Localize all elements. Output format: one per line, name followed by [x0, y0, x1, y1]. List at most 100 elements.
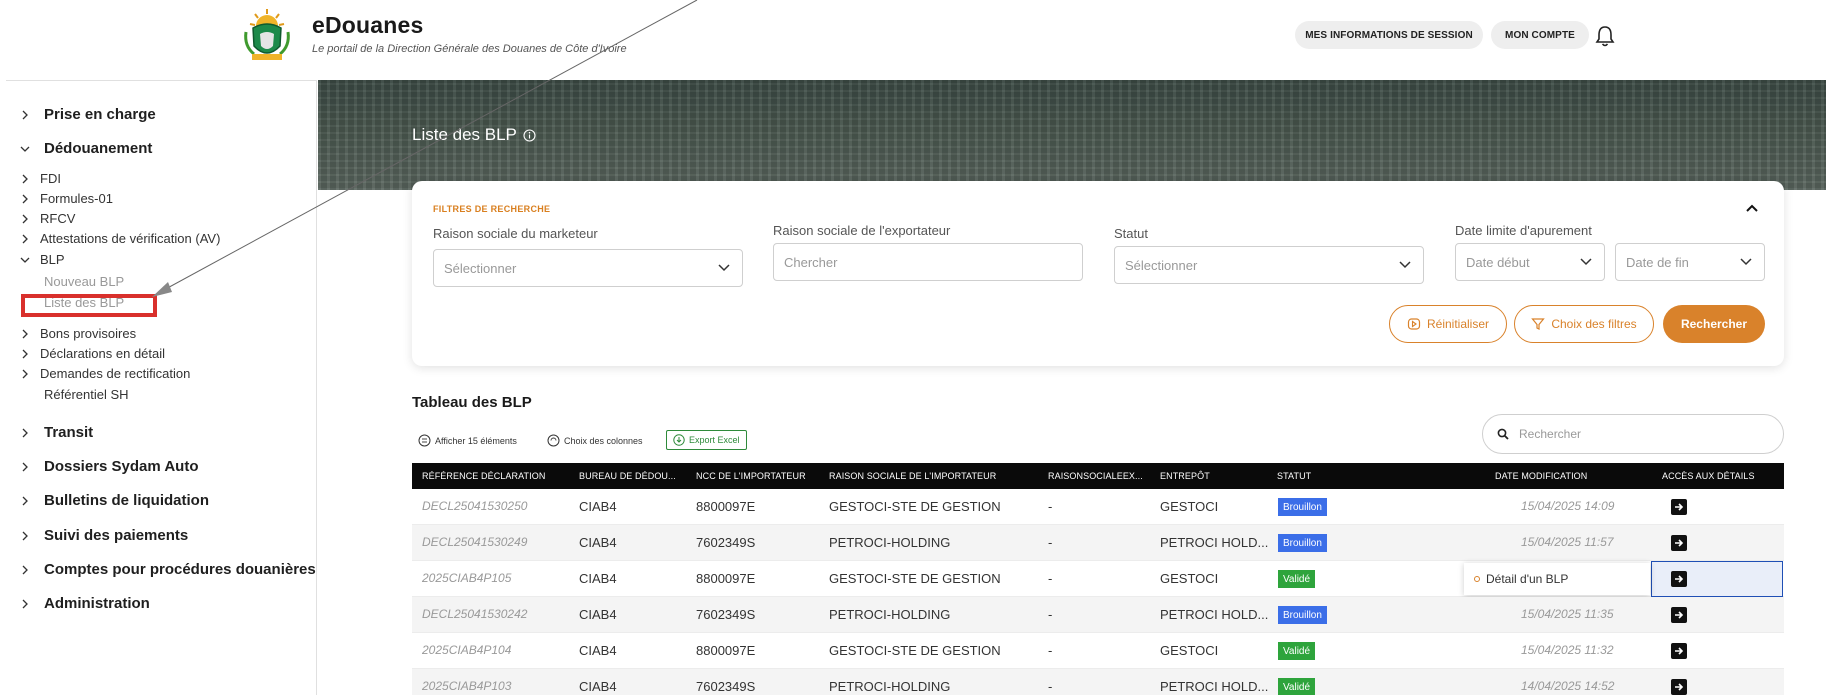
- cell-bureau: CIAB4: [579, 571, 617, 586]
- sidebar-subitem-rectification[interactable]: Demandes de rectification: [20, 366, 190, 381]
- search-button[interactable]: Rechercher: [1663, 305, 1765, 343]
- details-arrow-button[interactable]: [1671, 607, 1687, 623]
- cell-exporter: -: [1048, 571, 1053, 586]
- choose-filters-button[interactable]: Choix des filtres: [1514, 305, 1654, 343]
- sidebar-item-dedouanement[interactable]: Dédouanement: [20, 140, 152, 157]
- exporter-search-input[interactable]: Chercher: [773, 243, 1083, 281]
- bell-icon[interactable]: [1594, 24, 1616, 48]
- sidebar-subitem-blp[interactable]: BLP: [20, 252, 65, 267]
- sidebar-item-label: Prise en charge: [44, 106, 156, 123]
- show-items-control[interactable]: Afficher 15 éléments: [418, 434, 517, 447]
- sidebar: Prise en charge Dédouanement FDI Formule…: [6, 80, 317, 695]
- session-info-button[interactable]: MES INFORMATIONS DE SESSION: [1295, 21, 1483, 49]
- column-header[interactable]: Bureau de dédou...: [579, 471, 676, 481]
- sidebar-item-administration[interactable]: Administration: [20, 595, 150, 612]
- sidebar-subitem-attestations[interactable]: Attestations de vérification (AV): [20, 231, 220, 246]
- cell-ncc: 7602349S: [696, 607, 756, 622]
- status-select[interactable]: Sélectionner: [1114, 246, 1424, 284]
- chevron-right-icon: [22, 214, 28, 223]
- sidebar-subitem-declarations[interactable]: Déclarations en détail: [20, 346, 165, 361]
- page-title-text: Liste des BLP: [412, 125, 517, 144]
- table-row[interactable]: DECL25041530242 CIAB4 7602349S PETROCI-H…: [412, 597, 1784, 633]
- status-badge: Brouillon: [1278, 498, 1327, 516]
- cell-date: 15/04/2025 11:57: [1521, 535, 1614, 549]
- details-arrow-button[interactable]: [1671, 643, 1687, 659]
- sidebar-subitem-fdi[interactable]: FDI: [20, 171, 61, 186]
- exporter-search-placeholder: Chercher: [784, 254, 838, 270]
- sidebar-subitem-label: Attestations de vérification (AV): [40, 231, 221, 246]
- filter-icon: [1531, 318, 1546, 330]
- cell-bureau: CIAB4: [579, 535, 617, 550]
- table-search-input[interactable]: Rechercher: [1482, 414, 1784, 454]
- chevron-down-icon: [718, 264, 730, 272]
- sidebar-subitem-rfcv[interactable]: RFCV: [20, 211, 75, 226]
- sidebar-subitem-bons-provisoires[interactable]: Bons provisoires: [20, 326, 136, 341]
- cell-date: 14/04/2025 14:52: [1521, 679, 1615, 693]
- column-header[interactable]: Statut: [1277, 471, 1311, 481]
- column-header[interactable]: RaisonSocialeEx...: [1048, 471, 1143, 481]
- sidebar-subitem-formules[interactable]: Formules-01: [20, 191, 113, 206]
- table-row[interactable]: 2025CIAB4P104 CIAB4 8800097E GESTOCI-STE…: [412, 633, 1784, 669]
- cell-depot: GESTOCI: [1160, 571, 1219, 586]
- reset-button-label: Réinitialiser: [1426, 317, 1490, 331]
- column-header[interactable]: Date modification: [1495, 471, 1587, 481]
- sidebar-subitem-referentiel-sh[interactable]: Référentiel SH: [44, 387, 129, 402]
- cell-bureau: CIAB4: [579, 643, 617, 658]
- choose-columns-control[interactable]: Choix des colonnes: [547, 434, 643, 447]
- table-row[interactable]: DECL25041530249 CIAB4 7602349S PETROCI-H…: [412, 525, 1784, 561]
- download-icon: [673, 434, 685, 446]
- column-header[interactable]: Entrepôt: [1160, 471, 1210, 481]
- coat-of-arms-logo[interactable]: [238, 6, 296, 64]
- chevron-down-icon: [1740, 258, 1752, 266]
- export-excel-button[interactable]: Export Excel: [666, 430, 747, 450]
- cell-exporter: -: [1048, 679, 1053, 694]
- cell-bureau: CIAB4: [579, 679, 617, 694]
- date-start-select[interactable]: Date début: [1455, 243, 1605, 281]
- date-end-select[interactable]: Date de fin: [1615, 243, 1765, 281]
- details-arrow-button[interactable]: [1671, 535, 1687, 551]
- my-account-button[interactable]: MON COMPTE: [1491, 21, 1589, 49]
- arrow-right-icon: [1675, 575, 1684, 583]
- cell-importer: PETROCI-HOLDING: [829, 679, 951, 694]
- info-icon[interactable]: [523, 128, 536, 142]
- details-tooltip: Détail d'un BLP: [1464, 563, 1650, 595]
- sidebar-item-paiements[interactable]: Suivi des paiements: [20, 527, 188, 544]
- sidebar-item-comptes[interactable]: Comptes pour procédures douanières: [20, 561, 316, 578]
- status-badge: Validé: [1278, 570, 1316, 588]
- brand-title: eDouanes: [312, 12, 424, 38]
- reset-button[interactable]: Réinitialiser: [1389, 305, 1507, 343]
- cell-reference: 2025CIAB4P103: [422, 679, 512, 693]
- sidebar-item-transit[interactable]: Transit: [20, 424, 93, 441]
- cell-reference: 2025CIAB4P104: [422, 643, 512, 657]
- annotation-highlight-box: [21, 294, 157, 317]
- choose-filters-label: Choix des filtres: [1551, 317, 1637, 331]
- chevron-down-icon: [20, 146, 30, 152]
- sidebar-item-dossiers-sydam[interactable]: Dossiers Sydam Auto: [20, 458, 199, 475]
- column-header[interactable]: NCC de l'importateur: [696, 471, 806, 481]
- table-row[interactable]: 2025CIAB4P103 CIAB4 7602349S PETROCI-HOL…: [412, 669, 1784, 695]
- page-title: Liste des BLP: [412, 125, 536, 145]
- table-search-placeholder: Rechercher: [1519, 427, 1582, 441]
- chevron-right-icon: [22, 496, 28, 505]
- table-row[interactable]: 2025CIAB4P105 CIAB4 8800097E GESTOCI-STE…: [412, 561, 1784, 597]
- marketer-select[interactable]: Sélectionner: [433, 249, 743, 287]
- details-arrow-button[interactable]: [1671, 571, 1687, 587]
- search-filters-card: FILTRES DE RECHERCHE Raison sociale du m…: [412, 181, 1784, 366]
- column-header[interactable]: Raison sociale de l'importateur: [829, 471, 996, 481]
- column-header[interactable]: Accès aux détails: [1662, 471, 1755, 481]
- chevron-right-icon: [22, 194, 28, 203]
- chevron-right-icon: [22, 369, 28, 378]
- sidebar-leaf-nouveau-blp[interactable]: Nouveau BLP: [44, 274, 124, 289]
- details-arrow-button[interactable]: [1671, 499, 1687, 515]
- chevron-up-icon[interactable]: [1746, 203, 1758, 213]
- sidebar-item-prise-en-charge[interactable]: Prise en charge: [20, 106, 156, 123]
- chevron-right-icon: [22, 110, 28, 119]
- column-header[interactable]: Référence déclaration: [422, 471, 545, 481]
- details-arrow-button[interactable]: [1671, 679, 1687, 695]
- sidebar-subitem-label: FDI: [40, 171, 61, 186]
- sidebar-item-bulletins[interactable]: Bulletins de liquidation: [20, 492, 209, 509]
- cell-reference: DECL25041530250: [422, 499, 528, 513]
- table-row[interactable]: DECL25041530250 CIAB4 8800097E GESTOCI-S…: [412, 489, 1784, 525]
- sidebar-subitem-label: Déclarations en détail: [40, 346, 166, 361]
- arrow-right-icon: [1675, 611, 1684, 619]
